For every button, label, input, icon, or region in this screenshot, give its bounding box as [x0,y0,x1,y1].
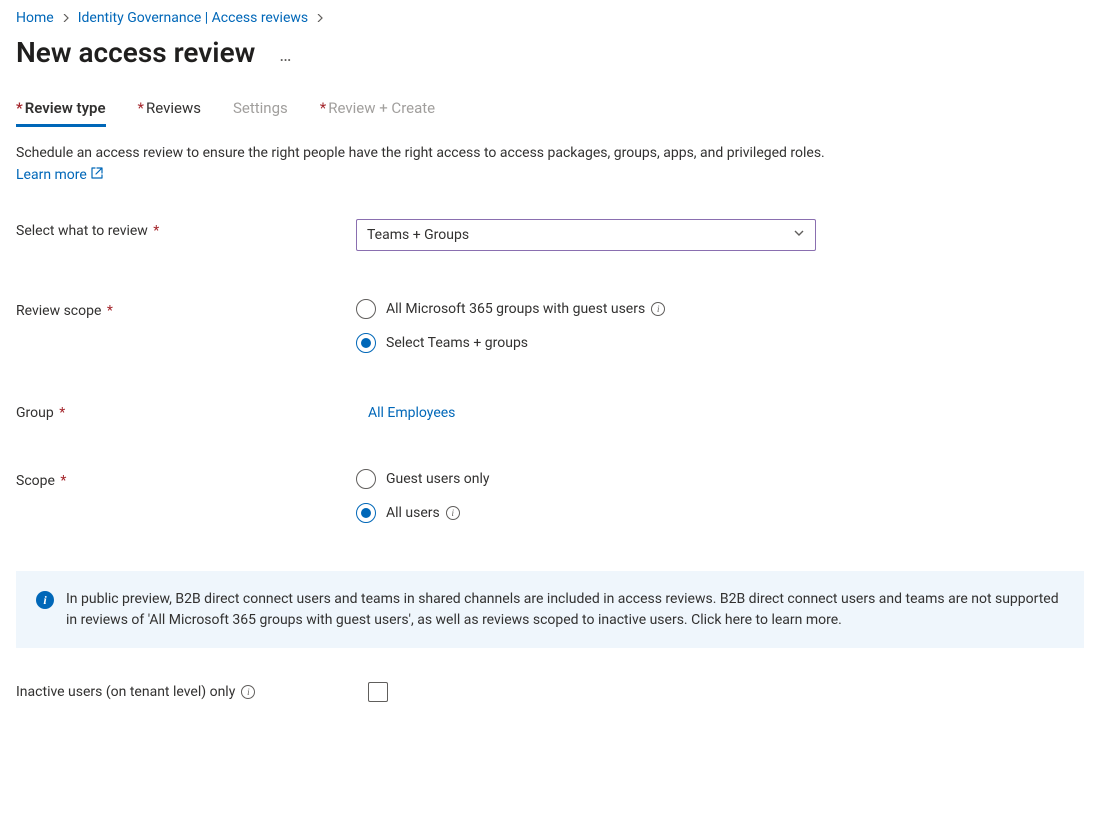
field-group: Group * All Employees [16,401,1084,421]
page-description: Schedule an access review to ensure the … [16,143,1084,163]
tab-review-create: *Review + Create [320,93,435,125]
radio-select-teams-groups[interactable]: Select Teams + groups [356,333,665,353]
scope-radio-group: Guest users only All users i [356,469,490,523]
info-icon[interactable]: i [651,302,665,316]
field-inactive-users: Inactive users (on tenant level) only i [16,682,1084,702]
radio-all-m365-groups[interactable]: All Microsoft 365 groups with guest user… [356,299,665,319]
radio-icon [356,333,376,353]
tab-label: Review + Create [328,99,435,117]
required-asterisk: * [103,303,113,319]
external-link-icon [91,167,103,183]
tab-review-type[interactable]: *Review type [16,93,106,125]
radio-icon [356,469,376,489]
tabs: *Review type *Reviews Settings *Review +… [16,93,1084,125]
tab-label: Settings [233,99,288,117]
dropdown-value: Teams + Groups [367,227,469,243]
field-scope: Scope * Guest users only All users i [16,469,1084,523]
radio-icon [356,299,376,319]
field-label: Scope * [16,469,356,489]
info-icon[interactable]: i [241,685,255,699]
required-asterisk: * [56,405,66,421]
more-menu-button[interactable]: … [279,41,292,65]
inactive-users-checkbox[interactable] [368,682,388,702]
radio-label-text: All Microsoft 365 groups with guest user… [386,301,645,317]
required-asterisk: * [150,223,160,239]
breadcrumb-identity-governance[interactable]: Identity Governance | Access reviews [78,10,308,26]
info-icon: i [36,591,54,609]
page-title-row: New access review … [16,36,1084,69]
chevron-right-icon [62,11,70,25]
chevron-right-icon [316,11,324,25]
chevron-down-icon [793,227,805,243]
required-asterisk: * [57,473,67,489]
required-asterisk: * [138,99,144,117]
radio-label-text: All users [386,505,440,521]
learn-more-label: Learn more [16,167,87,183]
radio-label-text: Guest users only [386,471,490,487]
page-title: New access review [16,36,255,69]
info-banner[interactable]: i In public preview, B2B direct connect … [16,571,1084,648]
group-link[interactable]: All Employees [356,401,455,421]
breadcrumb: Home Identity Governance | Access review… [16,0,1084,32]
tab-reviews[interactable]: *Reviews [138,93,201,125]
radio-all-users[interactable]: All users i [356,503,490,523]
field-select-what-to-review: Select what to review * Teams + Groups [16,219,1084,251]
field-label: Group * [16,401,356,421]
radio-label-text: Select Teams + groups [386,335,528,351]
review-scope-radio-group: All Microsoft 365 groups with guest user… [356,299,665,353]
radio-guest-users-only[interactable]: Guest users only [356,469,490,489]
info-icon[interactable]: i [446,506,460,520]
tab-label: Reviews [146,99,201,117]
tab-label: Review type [25,99,106,117]
required-asterisk: * [16,99,23,117]
field-review-scope: Review scope * All Microsoft 365 groups … [16,299,1084,353]
select-what-to-review-dropdown[interactable]: Teams + Groups [356,219,816,251]
tab-settings: Settings [233,93,288,125]
checkbox-label-text: Inactive users (on tenant level) only [16,684,235,700]
field-label: Select what to review * [16,219,356,239]
breadcrumb-home[interactable]: Home [16,10,54,26]
learn-more-link[interactable]: Learn more [16,167,103,183]
field-label: Review scope * [16,299,356,319]
radio-icon [356,503,376,523]
info-banner-text: In public preview, B2B direct connect us… [66,589,1064,630]
required-asterisk: * [320,99,326,117]
